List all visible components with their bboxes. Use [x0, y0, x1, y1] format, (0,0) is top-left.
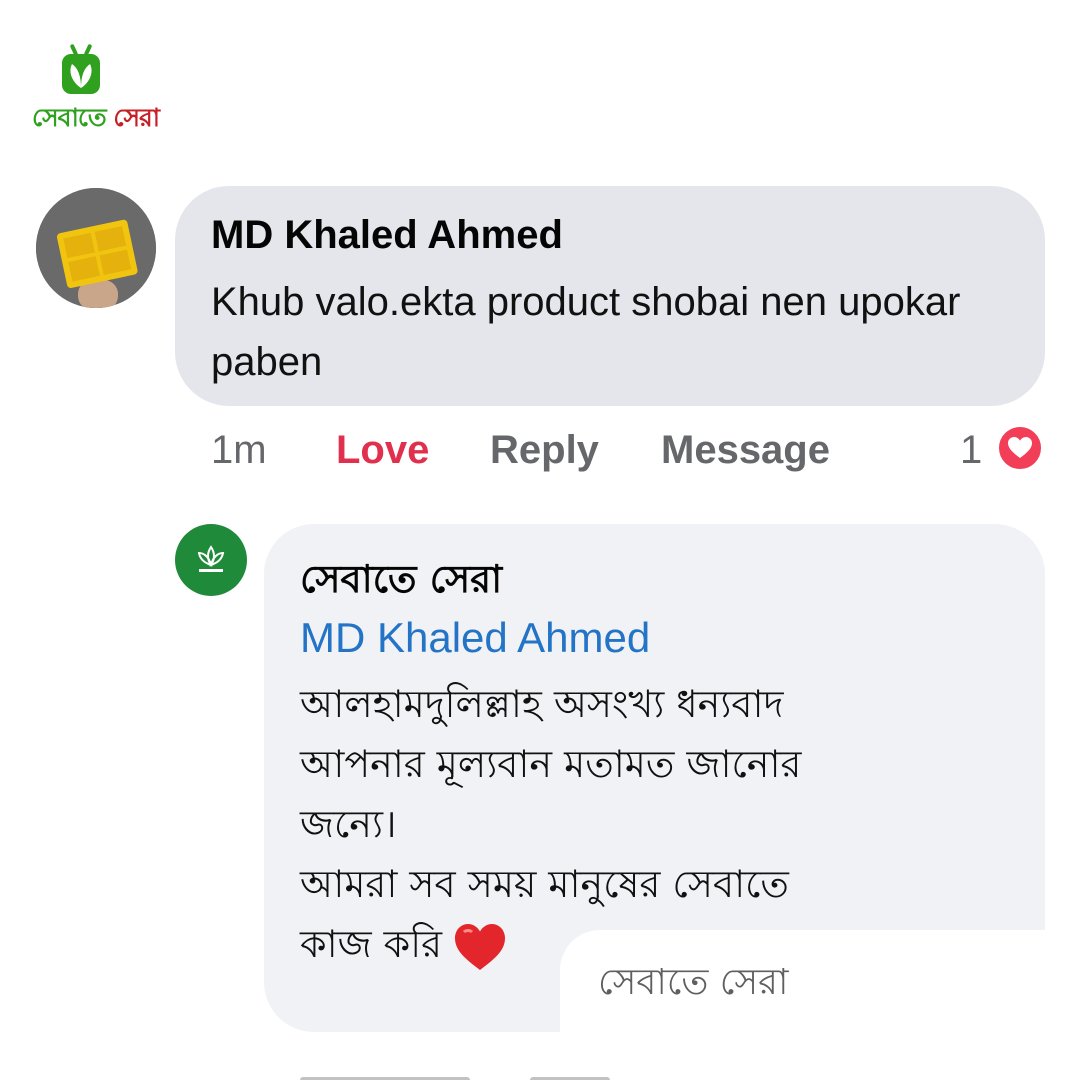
reply-text-line: আমরা সব সময় মানুষের সেবাতে	[300, 862, 789, 906]
comment-timestamp[interactable]: 1m	[211, 428, 267, 473]
brand-mark-icon	[62, 44, 100, 94]
reply-text-segment: কাজ করি	[300, 922, 443, 966]
watermark-text: সেবাতে সেরা	[598, 962, 789, 1003]
brand-logo: সেবাতে সেরা	[28, 40, 160, 132]
reply-text: আলহামদুলিল্লাহ অসংখ্য ধন্যবাদ আপনার মূল্…	[300, 674, 1000, 974]
lotus-logo-icon	[197, 545, 225, 572]
message-button[interactable]: Message	[661, 428, 830, 473]
reaction-count[interactable]: 1	[960, 428, 982, 473]
comment-author[interactable]: MD Khaled Ahmed	[211, 213, 563, 258]
reply-text-line: জন্যে।	[300, 802, 397, 846]
brand-logo-text-red: সেরা	[113, 103, 160, 132]
cropped-actions-row	[300, 1070, 800, 1080]
page-avatar[interactable]	[175, 524, 247, 596]
comment-actions: 1m Love Reply Message 1	[0, 424, 1080, 474]
heart-emoji-icon	[455, 923, 506, 970]
avatar-photo-icon	[36, 188, 156, 308]
heart-icon	[1008, 437, 1032, 458]
brand-logo-text-green: সেবাতে	[32, 103, 107, 132]
comment-text: Khub valo.ekta product shobai nen upokar…	[211, 280, 961, 384]
love-reaction-icon[interactable]	[996, 424, 1044, 472]
reply-author[interactable]: সেবাতে সেরা	[300, 550, 502, 614]
commenter-avatar[interactable]	[36, 188, 156, 308]
reply-text-line: আলহামদুলিল্লাহ অসংখ্য ধন্যবাদ	[300, 682, 784, 726]
love-button[interactable]: Love	[336, 428, 429, 473]
brand-logo-text: সেবাতে সেরা	[32, 98, 160, 141]
mention-link[interactable]: MD Khaled Ahmed	[300, 614, 650, 662]
reply-button[interactable]: Reply	[490, 428, 599, 473]
reply-text-line: আপনার মূল্যবান মতামত জানোর	[300, 742, 802, 786]
